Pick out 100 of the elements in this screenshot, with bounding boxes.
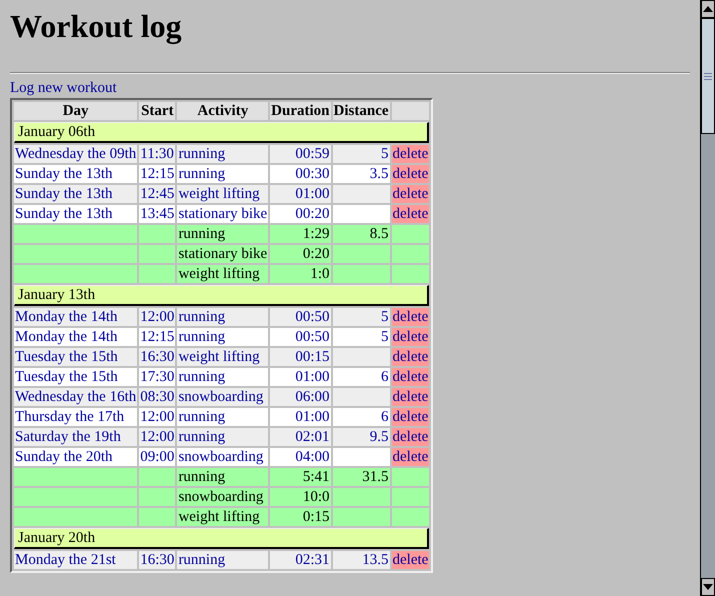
- day-link[interactable]: Sunday the 13th: [14, 205, 138, 223]
- activity-link[interactable]: running: [177, 328, 268, 346]
- log-workout-link[interactable]: Log new workout: [10, 80, 117, 96]
- duration-link[interactable]: 01:00: [270, 368, 331, 386]
- total-duration: 1:29: [270, 225, 331, 243]
- scroll-thumb[interactable]: [701, 18, 715, 134]
- week-header: January 06th: [14, 122, 430, 143]
- scroll-up-button[interactable]: [701, 0, 715, 18]
- delete-link[interactable]: delete: [392, 165, 430, 183]
- day-link[interactable]: Monday the 14th: [14, 328, 138, 346]
- distance-link[interactable]: 5: [332, 145, 390, 163]
- duration-link[interactable]: 00:20: [270, 205, 331, 223]
- day-link[interactable]: Tuesday the 15th: [14, 348, 138, 366]
- delete-link[interactable]: delete: [392, 348, 430, 366]
- start-link[interactable]: 16:30: [139, 551, 176, 569]
- activity-link[interactable]: stationary bike: [177, 205, 268, 223]
- total-activity: running: [177, 468, 268, 486]
- start-link[interactable]: 12:15: [139, 328, 176, 346]
- start-link[interactable]: 09:00: [139, 448, 176, 466]
- column-header: Duration: [270, 102, 331, 120]
- total-activity: snowboarding: [177, 488, 268, 506]
- total-duration: 0:15: [270, 508, 331, 526]
- activity-link[interactable]: weight lifting: [177, 185, 268, 203]
- delete-link[interactable]: delete: [392, 448, 430, 466]
- start-link[interactable]: 13:45: [139, 205, 176, 223]
- start-link[interactable]: 12:45: [139, 185, 176, 203]
- delete-link[interactable]: delete: [392, 551, 430, 569]
- delete-link[interactable]: delete: [392, 145, 430, 163]
- day-link[interactable]: Monday the 21st: [14, 551, 138, 569]
- total-duration: 10:0: [270, 488, 331, 506]
- activity-link[interactable]: running: [177, 145, 268, 163]
- total-activity: weight lifting: [177, 265, 268, 283]
- duration-link[interactable]: 00:30: [270, 165, 331, 183]
- distance-link[interactable]: 5: [332, 308, 390, 326]
- duration-link[interactable]: 00:50: [270, 308, 331, 326]
- duration-link[interactable]: 00:15: [270, 348, 331, 366]
- duration-link[interactable]: 00:50: [270, 328, 331, 346]
- distance-link[interactable]: 9.5: [332, 428, 390, 446]
- day-link[interactable]: Sunday the 13th: [14, 185, 138, 203]
- activity-link[interactable]: running: [177, 308, 268, 326]
- distance-link[interactable]: 3.5: [332, 165, 390, 183]
- delete-link[interactable]: delete: [392, 328, 430, 346]
- duration-link[interactable]: 01:00: [270, 408, 331, 426]
- activity-link[interactable]: running: [177, 165, 268, 183]
- week-header: January 13th: [14, 285, 430, 306]
- start-link[interactable]: 12:15: [139, 165, 176, 183]
- distance-link[interactable]: 5: [332, 328, 390, 346]
- scrollbar[interactable]: [700, 0, 715, 596]
- activity-link[interactable]: running: [177, 551, 268, 569]
- total-distance: 8.5: [332, 225, 390, 243]
- start-link[interactable]: 16:30: [139, 348, 176, 366]
- start-link[interactable]: 17:30: [139, 368, 176, 386]
- delete-link[interactable]: delete: [392, 368, 430, 386]
- total-duration: 5:41: [270, 468, 331, 486]
- duration-link[interactable]: 04:00: [270, 448, 331, 466]
- day-link[interactable]: Sunday the 20th: [14, 448, 138, 466]
- delete-link[interactable]: delete: [392, 308, 430, 326]
- day-link[interactable]: Monday the 14th: [14, 308, 138, 326]
- total-activity: weight lifting: [177, 508, 268, 526]
- delete-link[interactable]: delete: [392, 185, 430, 203]
- column-header: Start: [139, 102, 176, 120]
- week-header: January 20th: [14, 528, 430, 549]
- distance-link[interactable]: 6: [332, 408, 390, 426]
- duration-link[interactable]: 02:01: [270, 428, 331, 446]
- delete-link[interactable]: delete: [392, 408, 430, 426]
- activity-link[interactable]: running: [177, 408, 268, 426]
- start-link[interactable]: 11:30: [139, 145, 176, 163]
- total-activity: running: [177, 225, 268, 243]
- column-header: Activity: [177, 102, 268, 120]
- duration-link[interactable]: 02:31: [270, 551, 331, 569]
- column-header: Distance: [332, 102, 390, 120]
- day-link[interactable]: Saturday the 19th: [14, 428, 138, 446]
- duration-link[interactable]: 00:59: [270, 145, 331, 163]
- down-arrow-icon: [703, 584, 713, 590]
- scroll-down-button[interactable]: [701, 578, 715, 596]
- delete-link[interactable]: delete: [392, 205, 430, 223]
- start-link[interactable]: 12:00: [139, 408, 176, 426]
- activity-link[interactable]: running: [177, 428, 268, 446]
- day-link[interactable]: Tuesday the 15th: [14, 368, 138, 386]
- total-duration: 1:0: [270, 265, 331, 283]
- day-link[interactable]: Wednesday the 09th: [14, 145, 138, 163]
- total-duration: 0:20: [270, 245, 331, 263]
- activity-link[interactable]: snowboarding: [177, 388, 268, 406]
- day-link[interactable]: Wednesday the 16th: [14, 388, 138, 406]
- column-header: Day: [14, 102, 138, 120]
- duration-link[interactable]: 01:00: [270, 185, 331, 203]
- start-link[interactable]: 08:30: [139, 388, 176, 406]
- activity-link[interactable]: snowboarding: [177, 448, 268, 466]
- day-link[interactable]: Thursday the 17th: [14, 408, 138, 426]
- distance-link[interactable]: 13.5: [332, 551, 390, 569]
- start-link[interactable]: 12:00: [139, 428, 176, 446]
- delete-link[interactable]: delete: [392, 428, 430, 446]
- delete-link[interactable]: delete: [392, 388, 430, 406]
- activity-link[interactable]: running: [177, 368, 268, 386]
- start-link[interactable]: 12:00: [139, 308, 176, 326]
- distance-link[interactable]: 6: [332, 368, 390, 386]
- day-link[interactable]: Sunday the 13th: [14, 165, 138, 183]
- total-activity: stationary bike: [177, 245, 268, 263]
- duration-link[interactable]: 06:00: [270, 388, 331, 406]
- activity-link[interactable]: weight lifting: [177, 348, 268, 366]
